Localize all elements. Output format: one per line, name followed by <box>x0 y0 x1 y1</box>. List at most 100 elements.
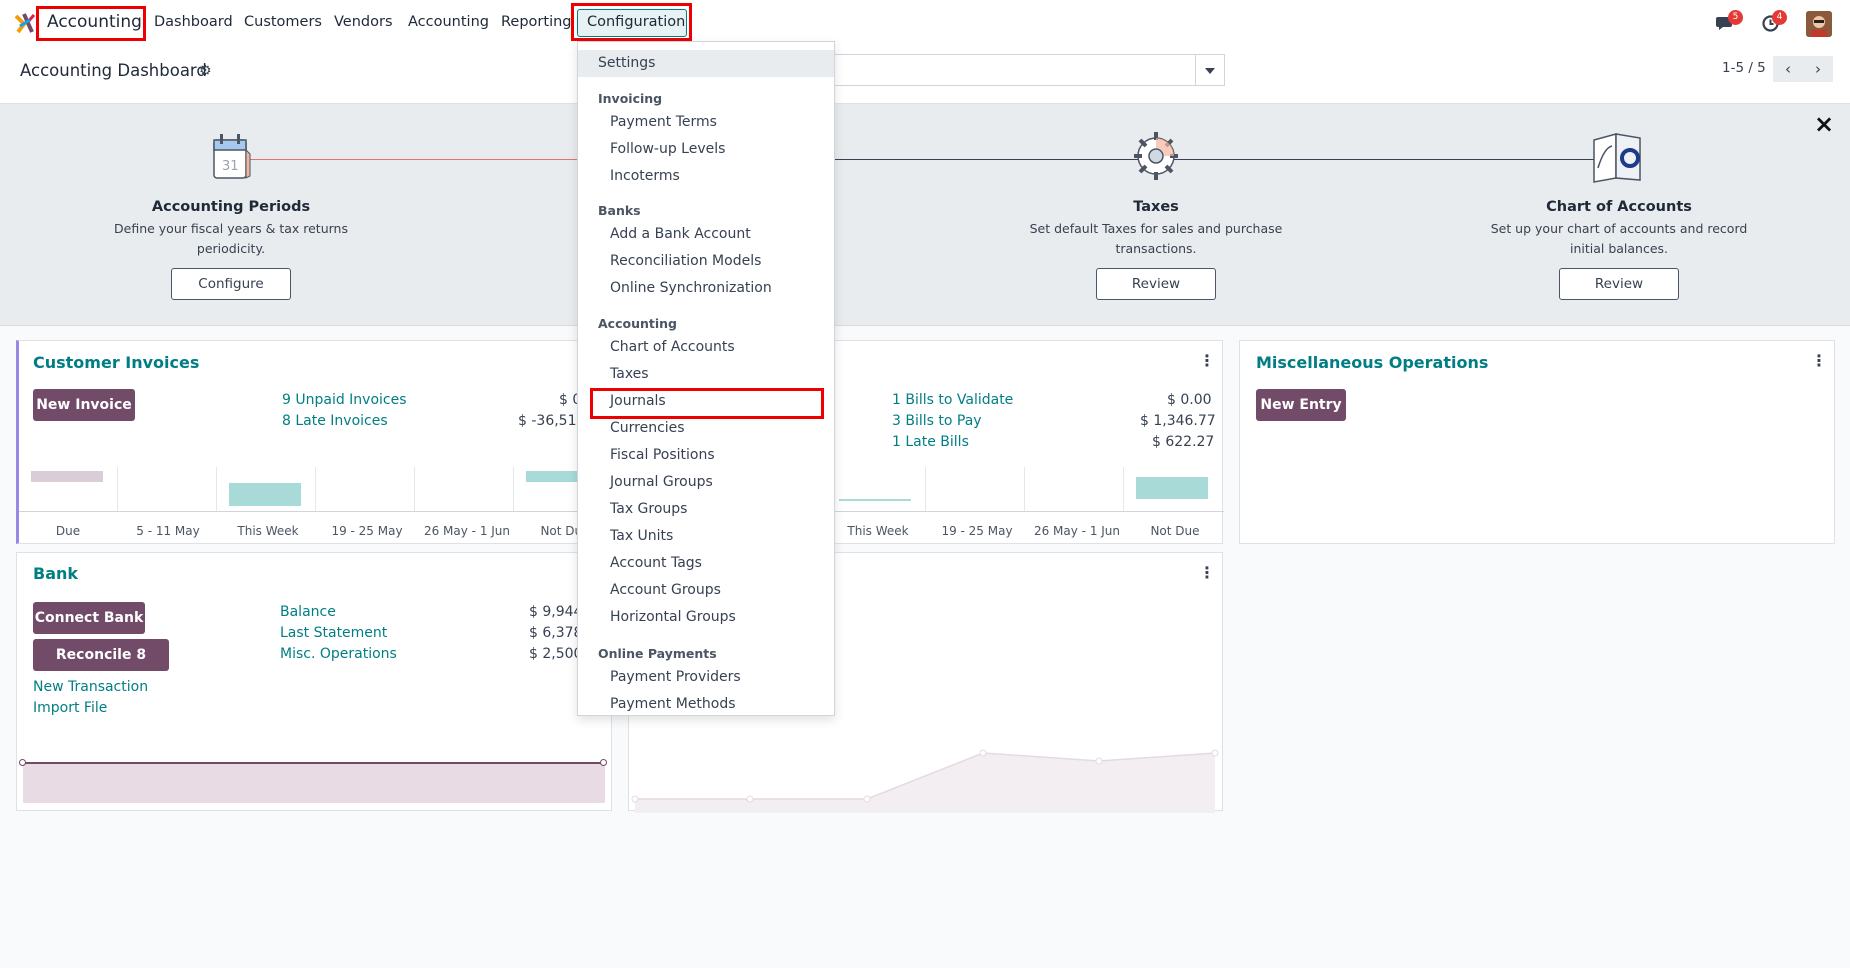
menu-item-reconciliation-models[interactable]: Reconciliation Models <box>610 253 761 269</box>
chart-grid-line <box>315 467 316 511</box>
import-file-link[interactable]: Import File <box>33 700 107 716</box>
menu-item-taxes[interactable]: Taxes <box>610 366 649 382</box>
menu-item-incoterms[interactable]: Incoterms <box>610 168 680 184</box>
menu-customers[interactable]: Customers <box>244 14 322 30</box>
axis-label-week3: 19 - 25 May <box>331 524 403 538</box>
menu-item-tax-groups[interactable]: Tax Groups <box>610 501 687 517</box>
search-options-toggle[interactable] <box>1195 54 1225 86</box>
card-title[interactable]: Customer Invoices <box>33 353 199 372</box>
chart-bar-due[interactable] <box>31 471 103 482</box>
step-title: Taxes <box>1133 199 1179 215</box>
menu-section-online-payments: Online Payments <box>598 646 717 661</box>
bank-balance-area <box>23 763 605 803</box>
chart-grid-line <box>925 467 926 511</box>
menu-item-journal-groups[interactable]: Journal Groups <box>610 474 713 490</box>
configure-periods-button[interactable]: Configure <box>171 268 291 300</box>
page-title: Accounting Dashboard <box>20 61 207 80</box>
unpaid-invoices-link[interactable]: 9 Unpaid Invoices <box>282 392 407 408</box>
card-menu-icon[interactable]: ⋮ <box>1811 351 1827 370</box>
journal-trend-chart <box>631 749 1219 813</box>
menu-item-settings[interactable]: Settings <box>598 55 655 71</box>
card-title[interactable]: Bank <box>33 564 78 583</box>
menu-item-payment-providers[interactable]: Payment Providers <box>610 669 741 685</box>
menu-item-account-tags[interactable]: Account Tags <box>610 555 702 571</box>
menu-item-payment-terms[interactable]: Payment Terms <box>610 114 717 130</box>
onboarding-step-taxes: Taxes Set default Taxes for sales and pu… <box>1026 199 1286 259</box>
menu-item-fiscal-positions[interactable]: Fiscal Positions <box>610 447 715 463</box>
menu-accounting[interactable]: Accounting <box>408 14 489 30</box>
axis-label-due: Due <box>55 524 81 538</box>
menu-item-horizontal-groups[interactable]: Horizontal Groups <box>610 609 736 625</box>
late-bills-link[interactable]: 1 Late Bills <box>892 434 969 450</box>
menu-item-follow-up-levels[interactable]: Follow-up Levels <box>610 141 725 157</box>
axis-label-week4: 26 May - 1 Jun <box>423 524 511 538</box>
chart-grid-line <box>414 467 415 511</box>
menu-vendors[interactable]: Vendors <box>334 14 393 30</box>
connect-bank-button[interactable]: Connect Bank <box>33 602 145 634</box>
caret-down-icon <box>1205 68 1215 74</box>
bank-card: Bank Connect Bank Reconcile 8 Items Bala… <box>16 552 612 811</box>
chart-grid-line <box>1024 467 1025 511</box>
pager-previous-button[interactable]: ‹ <box>1773 56 1803 82</box>
messages-badge: 5 <box>1728 10 1743 25</box>
step-desc-line2: initial balances. <box>1569 241 1669 256</box>
new-invoice-button[interactable]: New Invoice <box>33 389 135 421</box>
svg-text:31: 31 <box>222 159 239 174</box>
reconcile-items-button[interactable]: Reconcile 8 Items <box>33 639 169 695</box>
late-invoices-link[interactable]: 8 Late Invoices <box>282 413 388 429</box>
menu-item-account-groups[interactable]: Account Groups <box>610 582 721 598</box>
menu-reporting[interactable]: Reporting <box>501 14 572 30</box>
bills-to-pay-amount: $ 1,346.77 <box>1140 413 1216 429</box>
axis-label-this-week: This Week <box>847 524 909 538</box>
card-menu-icon[interactable]: ⋮ <box>1199 351 1215 370</box>
menu-item-online-synchronization[interactable]: Online Synchronization <box>610 280 772 296</box>
close-icon[interactable]: × <box>1814 110 1834 138</box>
chart-point[interactable] <box>19 759 26 766</box>
review-coa-button[interactable]: Review <box>1559 268 1679 300</box>
new-entry-button[interactable]: New Entry <box>1256 389 1346 421</box>
app-logo-icon[interactable] <box>14 12 36 34</box>
step-desc-line1: Set default Taxes for sales and purchase <box>1029 221 1283 236</box>
user-avatar[interactable] <box>1806 11 1832 37</box>
customer-invoices-card: Customer Invoices New Invoice 9 Unpaid I… <box>16 340 615 544</box>
menu-section-accounting: Accounting <box>598 316 677 331</box>
axis-label-week3: 19 - 25 May <box>941 524 1013 538</box>
step-desc-line1: Define your fiscal years & tax returns <box>114 221 348 236</box>
card-menu-icon[interactable]: ⋮ <box>1199 563 1215 582</box>
new-transaction-link[interactable]: New Transaction <box>33 679 148 695</box>
chart-of-accounts-icon <box>1590 128 1646 184</box>
late-bills-amount: $ 622.27 <box>1152 434 1215 450</box>
step-desc-line1: Set up your chart of accounts and record <box>1490 221 1748 236</box>
step-desc-line2: periodicity. <box>196 241 266 256</box>
chart-bar-this-week[interactable] <box>229 483 301 506</box>
pager-value[interactable]: 1-5 / 5 <box>1722 60 1766 76</box>
bills-to-validate-link[interactable]: 1 Bills to Validate <box>892 392 1013 408</box>
misc-operations-card: Miscellaneous Operations ⋮ New Entry <box>1239 340 1835 544</box>
bills-to-validate-amount: $ 0.00 <box>1167 392 1212 408</box>
chart-point[interactable] <box>600 759 607 766</box>
axis-label-week1: 5 - 11 May <box>136 524 200 538</box>
review-taxes-button[interactable]: Review <box>1096 268 1216 300</box>
menu-dashboard[interactable]: Dashboard <box>154 14 233 30</box>
pager-next-button[interactable]: › <box>1803 56 1833 82</box>
axis-label-this-week: This Week <box>237 524 299 538</box>
bills-to-pay-link[interactable]: 3 Bills to Pay <box>892 413 982 429</box>
menu-item-chart-of-accounts[interactable]: Chart of Accounts <box>610 339 735 355</box>
menu-item-tax-units[interactable]: Tax Units <box>610 528 673 544</box>
menu-item-add-bank-account[interactable]: Add a Bank Account <box>610 226 751 242</box>
configuration-dropdown-menu: Settings Invoicing Payment Terms Follow-… <box>577 41 835 716</box>
onboarding-step-periods: Accounting Periods Define your fiscal ye… <box>101 199 361 259</box>
chart-grid-line <box>1123 467 1124 511</box>
balance-link[interactable]: Balance <box>280 604 336 620</box>
card-title[interactable]: Miscellaneous Operations <box>1256 353 1488 372</box>
chart-bar-not-due[interactable] <box>1136 477 1208 499</box>
gear-icon[interactable]: ⚙ <box>199 63 212 79</box>
calendar-icon: 31 <box>210 130 252 182</box>
menu-item-currencies[interactable]: Currencies <box>610 420 685 436</box>
chart-bar-this-week[interactable] <box>839 499 911 501</box>
last-statement-link[interactable]: Last Statement <box>280 625 387 641</box>
menu-item-payment-methods[interactable]: Payment Methods <box>610 696 736 712</box>
misc-operations-link[interactable]: Misc. Operations <box>280 646 397 662</box>
highlight-box-journals <box>590 388 824 419</box>
highlight-box-app <box>36 6 146 41</box>
